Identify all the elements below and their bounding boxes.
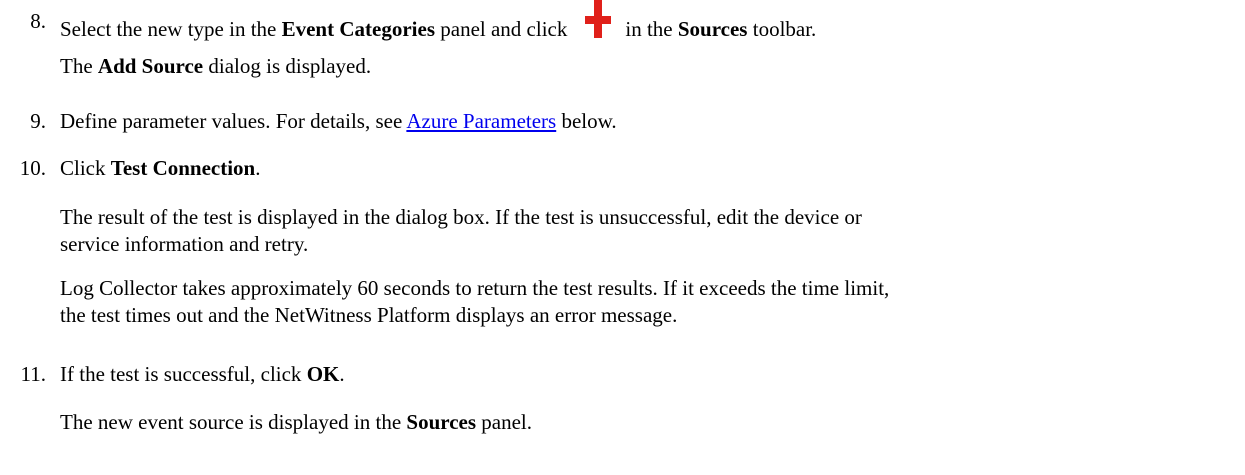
step-9-text: Define parameter values. For details, se… [60,109,617,133]
step-10-para2-line1: Log Collector takes approximately 60 sec… [60,276,890,300]
step-10-para1-line2: service information and retry. [60,232,309,256]
azure-parameters-link[interactable]: Azure Parameters [406,109,556,133]
step-number: 8. [30,9,46,33]
add-plus-icon [585,0,612,38]
step-number: 10. [19,156,46,180]
step-number: 9. [30,109,46,133]
step-8-text: Select the new type in the Event Categor… [60,0,816,42]
step-11-text: If the test is successful, click OK. [60,362,345,386]
step-10-para1-line1: The result of the test is displayed in t… [60,205,862,229]
step-10-text: Click Test Connection. [60,156,261,180]
step-11-result: The new event source is displayed in the… [60,410,533,434]
step-number: 11. [20,362,46,386]
step-10-para2-line2: the test times out and the NetWitness Pl… [60,303,678,327]
step-8-result: The Add Source dialog is displayed. [60,54,372,78]
